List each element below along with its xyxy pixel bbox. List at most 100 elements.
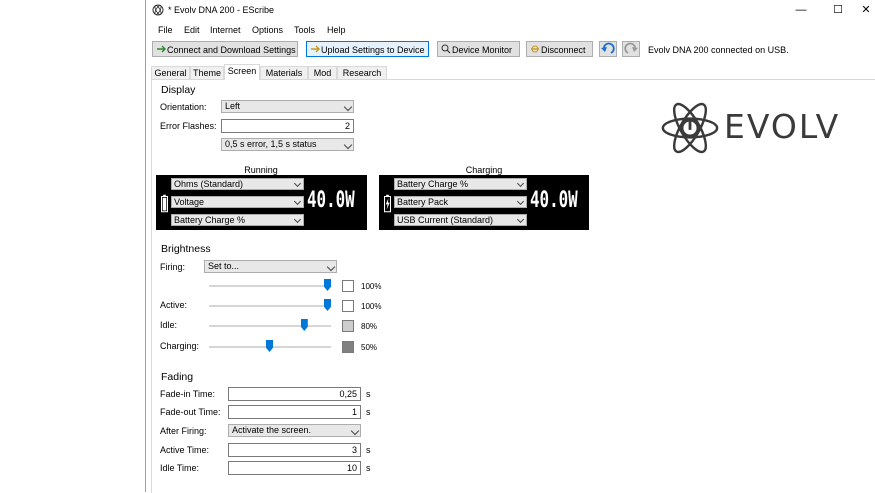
redo-icon <box>624 42 638 54</box>
chevron-down-icon <box>516 197 525 206</box>
close-button[interactable]: ✕ <box>851 0 875 21</box>
menu-options[interactable]: Options <box>252 25 283 35</box>
chevron-down-icon <box>293 197 302 206</box>
menu-edit[interactable]: Edit <box>184 25 200 35</box>
menu-file[interactable]: File <box>158 25 173 35</box>
disconnect-button[interactable]: Disconnect <box>526 41 593 57</box>
slider-percent: 100% <box>361 282 382 291</box>
running-row-3-value: Battery Charge % <box>174 215 246 225</box>
fade-out-unit: s <box>366 407 371 417</box>
charging-watts-display: 40.0W <box>530 188 578 213</box>
tab-research[interactable]: Research <box>337 66 387 79</box>
chevron-down-icon <box>293 179 302 188</box>
chevron-down-icon <box>293 215 302 224</box>
battery-charging-icon <box>384 194 391 213</box>
flash-timing-dropdown[interactable]: 0,5 s error, 1,5 s status <box>221 138 354 151</box>
slider-track[interactable] <box>209 305 331 307</box>
running-caption: Running <box>244 165 278 175</box>
monitor-icon <box>441 44 451 54</box>
monitor-label: Device Monitor <box>452 45 513 55</box>
undo-button[interactable] <box>599 41 617 57</box>
slider-percent: 50% <box>361 343 378 352</box>
upload-button[interactable]: Upload Settings to Device <box>306 41 429 57</box>
slider-thumb[interactable] <box>324 279 331 291</box>
title-bar: * Evolv DNA 200 - EScribe — ☐ ✕ <box>146 0 875 21</box>
device-monitor-button[interactable]: Device Monitor <box>437 41 520 57</box>
evolv-logo: EVOLV <box>661 98 861 160</box>
fade-out-input[interactable]: 1 <box>228 405 361 419</box>
window-title: * Evolv DNA 200 - EScribe <box>168 5 275 15</box>
slider-thumb[interactable] <box>266 340 273 352</box>
after-firing-label: After Firing: <box>160 426 207 436</box>
menu-help[interactable]: Help <box>327 25 346 35</box>
brightness-color-swatch <box>342 341 354 353</box>
charging-row-1-value: Battery Charge % <box>397 179 469 189</box>
running-row-1-dropdown[interactable]: Ohms (Standard) <box>171 178 304 190</box>
active-time-input[interactable]: 3 <box>228 443 361 457</box>
orientation-label: Orientation: <box>160 102 207 112</box>
slider-track[interactable] <box>209 285 331 287</box>
orientation-dropdown[interactable]: Left <box>221 100 354 113</box>
idle-time-unit: s <box>366 463 371 473</box>
charging-row-1-dropdown[interactable]: Battery Charge % <box>394 178 527 190</box>
menu-tools[interactable]: Tools <box>294 25 315 35</box>
slider-thumb[interactable] <box>324 299 331 311</box>
brightness-slider-row: Charging: 50% <box>146 340 446 354</box>
firing-mode-value: Set to... <box>208 261 240 271</box>
fade-in-input[interactable]: 0,25 <box>228 387 361 401</box>
brightness-color-swatch <box>342 280 354 292</box>
fade-out-label: Fade-out Time: <box>160 407 221 417</box>
chevron-down-icon <box>516 215 525 224</box>
tab-general[interactable]: General <box>151 66 190 79</box>
upload-label: Upload Settings to Device <box>321 45 425 55</box>
idle-time-input[interactable]: 10 <box>228 461 361 475</box>
error-flashes-label: Error Flashes: <box>160 121 217 131</box>
running-row-2-value: Voltage <box>174 197 205 207</box>
app-icon <box>152 4 164 16</box>
idle-time-label: Idle Time: <box>160 463 200 473</box>
upload-icon <box>311 45 320 53</box>
firing-mode-dropdown[interactable]: Set to... <box>204 260 337 273</box>
connect-button[interactable]: Connect and Download Settings <box>152 41 298 57</box>
charging-row-2-value: Battery Pack <box>397 197 449 207</box>
fade-in-unit: s <box>366 389 371 399</box>
orientation-value: Left <box>225 101 241 111</box>
evolv-atom-icon <box>661 102 719 154</box>
slider-track[interactable] <box>209 325 331 327</box>
undo-icon <box>601 42 615 54</box>
tab-screen[interactable]: Screen <box>224 64 260 80</box>
connect-icon <box>157 45 166 53</box>
after-firing-dropdown[interactable]: Activate the screen. <box>228 424 361 437</box>
disconnect-label: Disconnect <box>541 45 586 55</box>
charging-row-3-dropdown[interactable]: USB Current (Standard) <box>394 214 527 226</box>
chevron-down-icon <box>343 102 353 112</box>
running-row-3-dropdown[interactable]: Battery Charge % <box>171 214 304 226</box>
slider-label: Charging: <box>160 341 200 351</box>
slider-thumb[interactable] <box>300 319 308 331</box>
after-firing-value: Activate the screen. <box>232 425 312 435</box>
brightness-slider-row: Active: 100% <box>146 299 446 313</box>
minimize-button[interactable]: — <box>786 0 816 21</box>
error-flashes-input[interactable]: 2 <box>221 119 354 133</box>
fading-heading: Fading <box>161 371 194 383</box>
connection-status: Evolv DNA 200 connected on USB. <box>648 45 789 55</box>
firing-label: Firing: <box>160 262 186 272</box>
tab-mod[interactable]: Mod <box>308 66 337 79</box>
charging-row-2-dropdown[interactable]: Battery Pack <box>394 196 527 208</box>
tab-theme[interactable]: Theme <box>190 66 224 79</box>
active-time-unit: s <box>366 445 371 455</box>
active-time-label: Active Time: <box>160 445 210 455</box>
maximize-button[interactable]: ☐ <box>823 0 853 21</box>
tab-materials[interactable]: Materials <box>260 66 308 79</box>
charging-row-3-value: USB Current (Standard) <box>397 215 494 225</box>
running-row-2-dropdown[interactable]: Voltage <box>171 196 304 208</box>
brightness-heading: Brightness <box>161 243 211 255</box>
running-row-1-value: Ohms (Standard) <box>174 179 244 189</box>
battery-icon <box>161 194 168 213</box>
connect-label: Connect and Download Settings <box>167 45 296 55</box>
redo-button[interactable] <box>622 41 640 57</box>
running-screen-preview: Ohms (Standard) Voltage Battery Charge %… <box>156 175 367 230</box>
charging-caption: Charging <box>465 165 503 175</box>
brightness-color-swatch <box>342 320 354 332</box>
menu-internet[interactable]: Internet <box>210 25 241 35</box>
